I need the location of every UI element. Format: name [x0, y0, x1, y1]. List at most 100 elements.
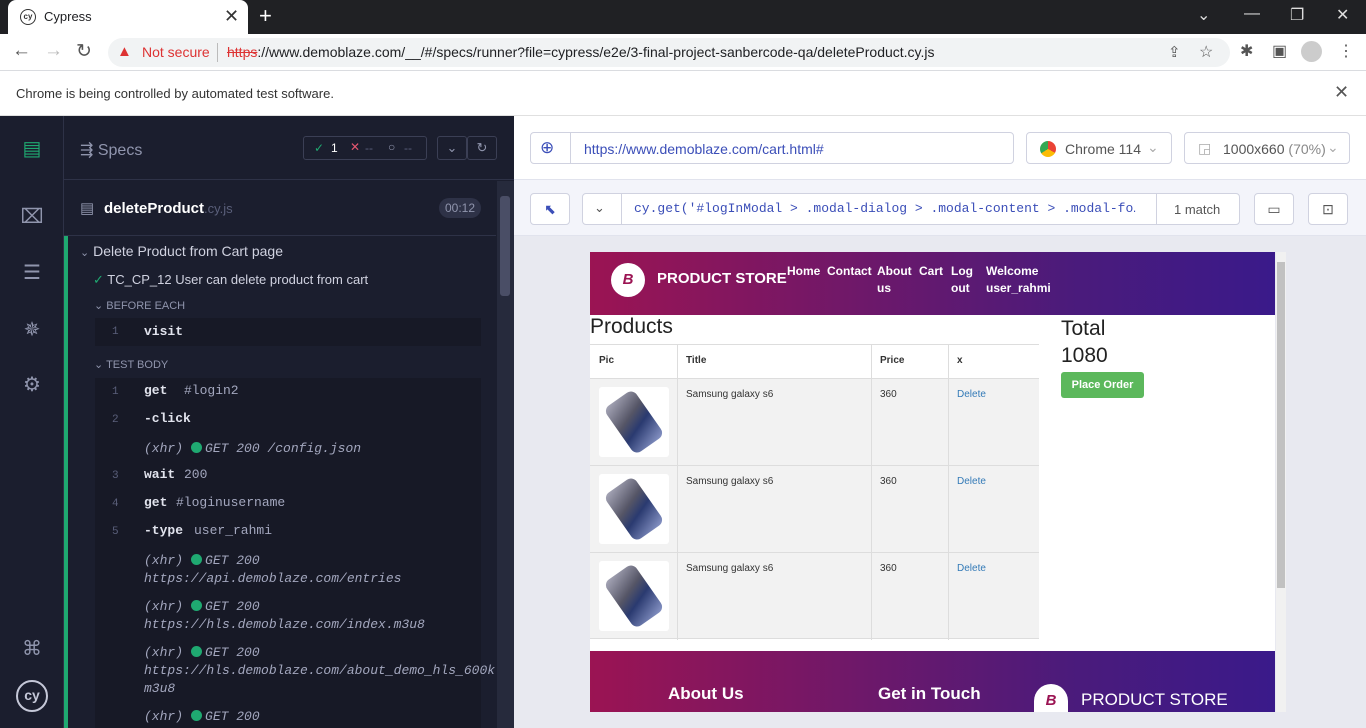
failed-count: -- — [365, 141, 373, 155]
address-bar[interactable]: ▲ Not secure https://www.demoblaze.com/_… — [108, 38, 1230, 67]
pending-count: -- — [404, 141, 412, 155]
viewport-info[interactable]: ◲ 1000x660 (70%) ⌄ — [1184, 132, 1350, 164]
product-image — [599, 474, 669, 544]
automation-message: Chrome is being controlled by automated … — [16, 86, 334, 101]
share-icon[interactable]: ⇪ — [1168, 43, 1181, 61]
column-header: Title — [686, 355, 707, 366]
nav-about-us[interactable]: About us — [877, 263, 912, 297]
infobar-close-icon[interactable]: ✕ — [1334, 82, 1349, 103]
runs-nav-icon[interactable]: ☰ — [0, 260, 64, 285]
xhr-url: https://hls.demoblaze.com/index.m3u8 — [144, 617, 425, 632]
browser-selector[interactable]: Chrome 114 ⌄ — [1026, 132, 1172, 164]
command-row[interactable]: 4 get #loginusername — [112, 495, 285, 510]
pending-icon: ○ — [388, 140, 396, 154]
delete-link[interactable]: Delete — [957, 563, 986, 574]
ruler-icon: ◲ — [1198, 140, 1212, 156]
cart-table-header — [590, 344, 1039, 378]
selector-playground-icon[interactable]: ⊕ — [540, 138, 554, 158]
forward-icon[interactable]: → — [44, 40, 63, 62]
test-body-header[interactable]: ⌄ TEST BODY — [94, 358, 168, 371]
command-row[interactable]: 3 wait 200 — [112, 467, 207, 482]
extensions-icon[interactable]: ✱ — [1240, 41, 1253, 61]
xhr-row[interactable]: (xhr) GET 200 /config.json — [144, 441, 361, 456]
chevron-down-icon: ⌄ — [1147, 139, 1159, 155]
xhr-row[interactable]: (xhr) GET 200 — [144, 709, 260, 724]
store-brand[interactable]: PRODUCT STORE — [657, 270, 787, 287]
nav-logout[interactable]: Log out — [951, 263, 973, 297]
product-price: 360 — [880, 563, 897, 574]
xhr-status-dot — [191, 600, 203, 611]
command-number: 1 — [112, 326, 119, 338]
command-visit[interactable]: visit — [144, 324, 183, 339]
window-close-icon[interactable]: ✕ — [1336, 5, 1349, 25]
xhr-status-dot — [191, 442, 203, 453]
suite-row[interactable]: ⌄ Delete Product from Cart page — [80, 243, 283, 259]
failed-x-icon: ✕ — [350, 140, 361, 154]
xhr-row[interactable]: (xhr) GET 200 — [144, 645, 260, 660]
bookmark-star-icon[interactable]: ☆ — [1199, 42, 1213, 62]
footer-logo: B — [1034, 684, 1068, 712]
copy-clipboard-icon[interactable]: ▭ — [1254, 193, 1294, 225]
settings-gear-icon[interactable]: ⚙ — [0, 372, 64, 397]
print-console-icon[interactable]: ⊡ — [1308, 193, 1348, 225]
reporter-scrollbar-thumb[interactable] — [500, 196, 510, 296]
document-icon: ▤ — [80, 200, 95, 217]
menu-icon[interactable]: ⋮ — [1338, 41, 1354, 61]
nav-contact[interactable]: Contact — [827, 263, 872, 280]
back-icon[interactable]: ← — [12, 40, 31, 62]
before-each-header[interactable]: ⌄ BEFORE EACH — [94, 299, 185, 312]
nav-home[interactable]: Home — [787, 263, 820, 280]
chevron-down-icon: ⌄ — [80, 247, 90, 259]
xhr-row[interactable]: (xhr) GET 200 — [144, 553, 260, 568]
chevron-down-icon: ⌄ — [94, 300, 104, 312]
delete-link[interactable]: Delete — [957, 389, 986, 400]
xhr-status-dot — [191, 554, 203, 565]
product-title: Samsung galaxy s6 — [686, 476, 774, 487]
profile-avatar[interactable] — [1301, 41, 1322, 62]
specs-nav-icon[interactable]: ⌧ — [0, 204, 64, 229]
footer-contact-heading: Get in Touch — [878, 684, 981, 703]
rerun-icon[interactable]: ↻ — [467, 136, 497, 160]
cypress-logo: cy — [16, 680, 48, 712]
command-row[interactable]: 5 -type user_rahmi — [112, 523, 272, 538]
side-panel-icon[interactable]: ▣ — [1272, 41, 1287, 61]
delete-link[interactable]: Delete — [957, 476, 986, 487]
chevron-down-icon: ⌄ — [94, 359, 104, 371]
command-row[interactable]: 2 -click — [112, 411, 191, 426]
reload-icon[interactable]: ↻ — [76, 40, 92, 63]
xhr-url-continued: m3u8 — [144, 681, 176, 696]
element-picker-icon[interactable]: ⬉ — [530, 193, 570, 225]
product-title: Samsung galaxy s6 — [686, 563, 774, 574]
tab-title: Cypress — [44, 9, 92, 24]
place-order-button[interactable]: Place Order — [1061, 372, 1144, 398]
debug-bug-icon[interactable]: ✵ — [0, 317, 64, 342]
command-row[interactable]: 1 get #login2 — [112, 383, 239, 398]
duration-badge: 00:12 — [439, 198, 481, 218]
not-secure-label: Not secure — [142, 44, 210, 60]
selector-method-chevron-icon[interactable]: ⌄ — [594, 200, 605, 216]
tab-search-icon[interactable]: ⌄ — [1197, 5, 1210, 25]
store-logo[interactable]: B — [611, 263, 645, 297]
warning-icon: ▲ — [117, 43, 132, 60]
keyboard-shortcuts-icon[interactable]: ⌘ — [0, 636, 64, 661]
selector-code[interactable]: cy.get('#logInModal > .modal-dialog > .m… — [634, 201, 1136, 216]
nav-cart[interactable]: Cart — [919, 263, 943, 280]
browser-tab[interactable]: cy Cypress ✕ — [8, 0, 248, 34]
product-image — [599, 561, 669, 631]
products-heading: Products — [590, 315, 673, 338]
nav-welcome-user[interactable]: Welcome user_rahmi — [986, 263, 1051, 297]
test-row[interactable]: ✓ TC_CP_12 User can delete product from … — [93, 272, 368, 288]
product-price: 360 — [880, 389, 897, 400]
xhr-row[interactable]: (xhr) GET 200 — [144, 599, 260, 614]
total-label: Total — [1061, 317, 1106, 340]
specs-list-icon: ⇶ — [80, 142, 98, 159]
restore-icon[interactable]: ❐ — [1290, 5, 1304, 25]
xhr-url: https://hls.demoblaze.com/about_demo_hls… — [144, 663, 503, 678]
tab-close-icon[interactable]: ✕ — [224, 6, 239, 27]
minimize-icon[interactable]: — — [1244, 5, 1260, 23]
specs-toggle[interactable]: ⇶ Specs — [80, 140, 142, 160]
project-icon[interactable]: ▤ — [0, 136, 64, 161]
collapse-chevron-icon[interactable]: ⌄ — [437, 136, 467, 160]
aut-scrollbar-thumb[interactable] — [1277, 262, 1285, 588]
new-tab-icon[interactable]: + — [259, 3, 272, 29]
